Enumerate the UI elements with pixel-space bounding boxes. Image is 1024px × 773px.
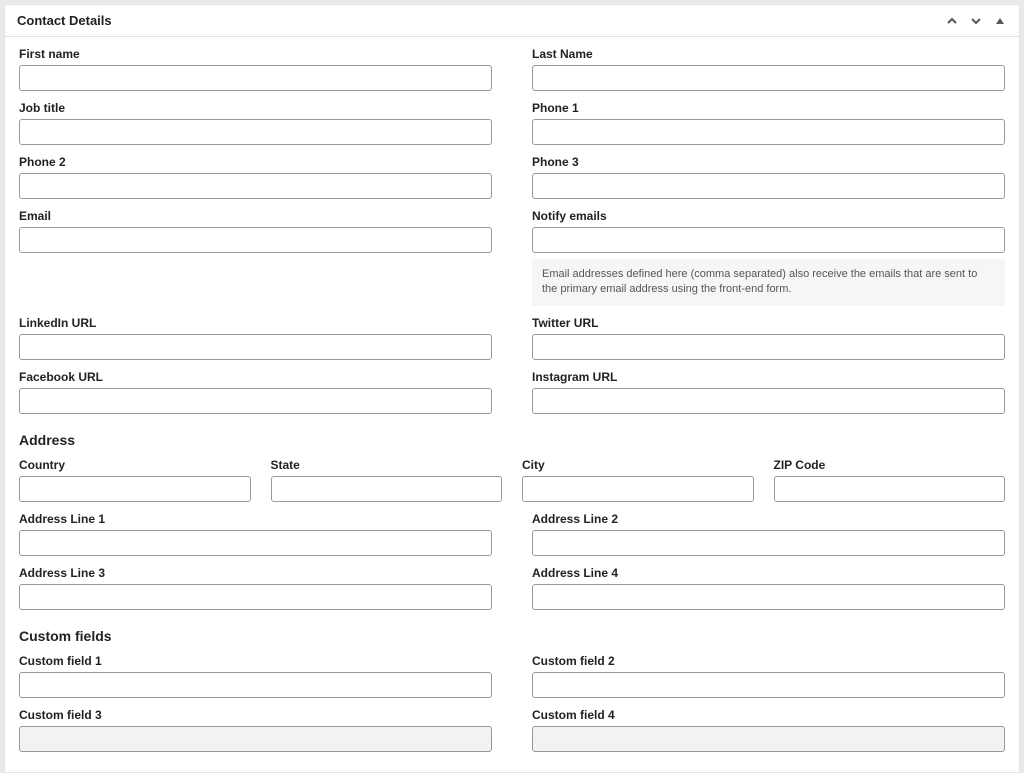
email-label: Email: [19, 209, 492, 223]
phone3-label: Phone 3: [532, 155, 1005, 169]
notify-emails-input[interactable]: [532, 227, 1005, 253]
panel-header: Contact Details: [5, 5, 1019, 37]
first-name-label: First name: [19, 47, 492, 61]
custom-field-2-input[interactable]: [532, 672, 1005, 698]
address-line4-label: Address Line 4: [532, 566, 1005, 580]
address-line3-input[interactable]: [19, 584, 492, 610]
linkedin-label: LinkedIn URL: [19, 316, 492, 330]
custom-field-1-input[interactable]: [19, 672, 492, 698]
email-input[interactable]: [19, 227, 492, 253]
notify-emails-help: Email addresses defined here (comma sepa…: [532, 259, 1005, 306]
collapse-toggle-icon[interactable]: [993, 14, 1007, 28]
phone2-label: Phone 2: [19, 155, 492, 169]
twitter-input[interactable]: [532, 334, 1005, 360]
facebook-input[interactable]: [19, 388, 492, 414]
zip-input[interactable]: [774, 476, 1006, 502]
country-input[interactable]: [19, 476, 251, 502]
job-title-label: Job title: [19, 101, 492, 115]
phone1-label: Phone 1: [532, 101, 1005, 115]
last-name-input[interactable]: [532, 65, 1005, 91]
address-line2-label: Address Line 2: [532, 512, 1005, 526]
zip-label: ZIP Code: [774, 458, 1006, 472]
address-heading: Address: [19, 432, 1005, 448]
instagram-label: Instagram URL: [532, 370, 1005, 384]
country-label: Country: [19, 458, 251, 472]
custom-field-4-input[interactable]: [532, 726, 1005, 752]
custom-field-3-input[interactable]: [19, 726, 492, 752]
panel-body: First name Last Name Job title Phone 1 P…: [5, 37, 1019, 772]
state-input[interactable]: [271, 476, 503, 502]
instagram-input[interactable]: [532, 388, 1005, 414]
move-down-icon[interactable]: [969, 14, 983, 28]
twitter-label: Twitter URL: [532, 316, 1005, 330]
address-line1-label: Address Line 1: [19, 512, 492, 526]
city-input[interactable]: [522, 476, 754, 502]
custom-field-4-label: Custom field 4: [532, 708, 1005, 722]
state-label: State: [271, 458, 503, 472]
address-line3-label: Address Line 3: [19, 566, 492, 580]
panel-controls: [945, 14, 1007, 28]
custom-field-2-label: Custom field 2: [532, 654, 1005, 668]
address-line4-input[interactable]: [532, 584, 1005, 610]
address-line1-input[interactable]: [19, 530, 492, 556]
linkedin-input[interactable]: [19, 334, 492, 360]
phone3-input[interactable]: [532, 173, 1005, 199]
contact-details-panel: Contact Details First name Last Name: [4, 4, 1020, 773]
phone2-input[interactable]: [19, 173, 492, 199]
city-label: City: [522, 458, 754, 472]
phone1-input[interactable]: [532, 119, 1005, 145]
panel-title: Contact Details: [17, 13, 112, 28]
last-name-label: Last Name: [532, 47, 1005, 61]
custom-field-1-label: Custom field 1: [19, 654, 492, 668]
custom-field-3-label: Custom field 3: [19, 708, 492, 722]
move-up-icon[interactable]: [945, 14, 959, 28]
notify-emails-label: Notify emails: [532, 209, 1005, 223]
job-title-input[interactable]: [19, 119, 492, 145]
address-line2-input[interactable]: [532, 530, 1005, 556]
facebook-label: Facebook URL: [19, 370, 492, 384]
first-name-input[interactable]: [19, 65, 492, 91]
custom-fields-heading: Custom fields: [19, 628, 1005, 644]
